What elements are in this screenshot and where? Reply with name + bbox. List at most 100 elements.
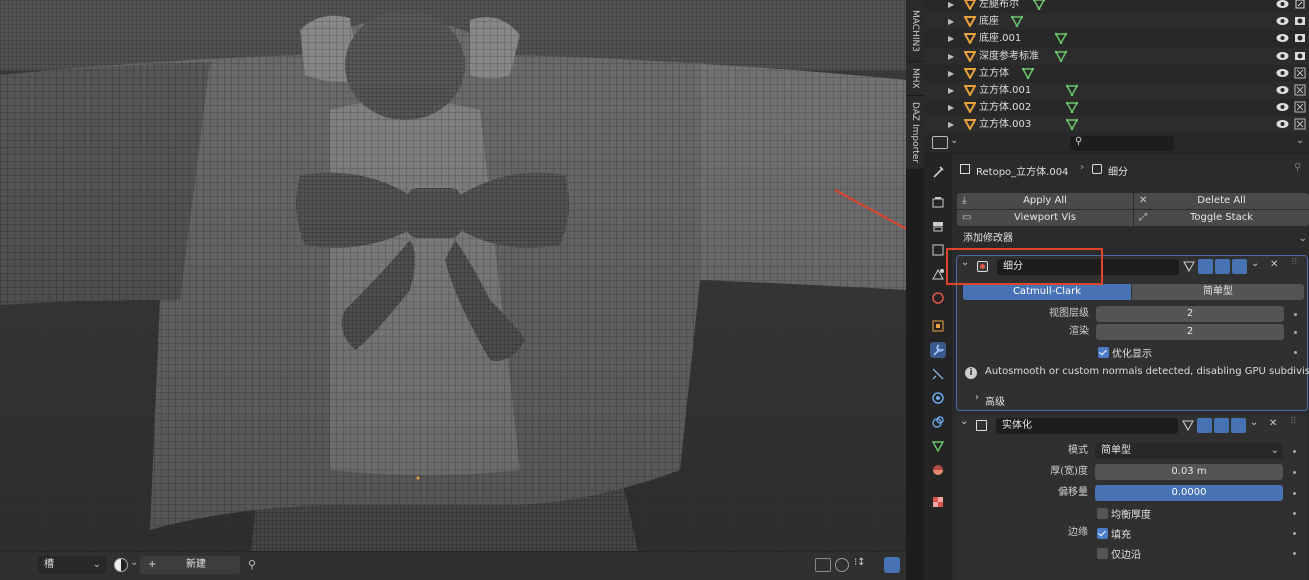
- keyframe-dot[interactable]: [1294, 313, 1297, 316]
- eye-icon[interactable]: [1276, 50, 1289, 62]
- expand-arrow-icon[interactable]: ▶: [948, 0, 954, 13]
- on-cage-icon[interactable]: [1198, 259, 1213, 274]
- wireframe-scene[interactable]: [0, 0, 906, 580]
- close-icon[interactable]: ✕: [1269, 418, 1277, 429]
- material-icon[interactable]: [930, 462, 946, 478]
- tab-machin3[interactable]: MACHIN3: [906, 0, 924, 62]
- levels-viewport-field[interactable]: 2: [1096, 306, 1284, 322]
- shading-mode-icon[interactable]: [884, 557, 900, 573]
- viewport-display-icon[interactable]: [1215, 259, 1230, 274]
- expand-chevron-icon[interactable]: ›: [975, 392, 979, 403]
- eye-icon[interactable]: [1276, 84, 1289, 96]
- scene-icon[interactable]: [930, 266, 946, 282]
- chevron-down-icon[interactable]: ⌄: [950, 135, 958, 146]
- keyframe-dot[interactable]: [1294, 351, 1297, 354]
- viewport-vis-button[interactable]: ▭ Viewport Vis: [957, 210, 1133, 226]
- eye-icon[interactable]: [1276, 0, 1289, 10]
- close-icon[interactable]: ✕: [1270, 259, 1278, 270]
- expand-arrow-icon[interactable]: ▶: [948, 65, 954, 82]
- view-layer-icon[interactable]: [930, 242, 946, 258]
- chevron-down-icon[interactable]: ⌄: [1251, 258, 1259, 269]
- drag-handle-icon[interactable]: ⠿: [1290, 417, 1297, 427]
- material-slot-dropdown[interactable]: 槽 ⌄: [38, 556, 106, 574]
- output-icon[interactable]: [930, 218, 946, 234]
- particles-icon[interactable]: [930, 366, 946, 382]
- mesh-data-icon[interactable]: [930, 438, 946, 454]
- chevron-down-icon[interactable]: ⌄: [1250, 417, 1258, 428]
- camera-icon[interactable]: [1294, 15, 1306, 27]
- keyframe-dot[interactable]: [1293, 450, 1296, 453]
- thickness-field[interactable]: 0.03 m: [1095, 464, 1283, 480]
- even-thickness-checkbox[interactable]: [1097, 508, 1108, 519]
- chevron-down-icon[interactable]: ⌄: [1296, 135, 1304, 146]
- collapse-chevron-icon[interactable]: ⌄: [961, 257, 969, 268]
- keyframe-dot[interactable]: [1293, 512, 1296, 515]
- outliner-item-name[interactable]: 立方体: [979, 65, 1009, 82]
- modifier-name-input[interactable]: 实体化: [996, 418, 1178, 434]
- keyframe-dot[interactable]: [1293, 552, 1296, 555]
- advanced-section-label[interactable]: 高级: [985, 393, 1005, 408]
- outliner-item-name[interactable]: 底座: [979, 13, 999, 30]
- edit-mode-icon[interactable]: [1183, 260, 1195, 272]
- modifier-name-input[interactable]: 细分: [997, 259, 1179, 275]
- outliner-row[interactable]: ▶ 底座: [924, 13, 1309, 31]
- mesh-data-icon[interactable]: [1055, 32, 1067, 45]
- mesh-data-icon[interactable]: [1022, 67, 1034, 79]
- physics-icon[interactable]: [930, 390, 946, 406]
- new-material-button[interactable]: + 新建: [140, 556, 240, 574]
- render-disabled-icon[interactable]: [1294, 101, 1306, 113]
- eye-icon[interactable]: [1276, 118, 1289, 130]
- camera-icon[interactable]: [1294, 50, 1306, 62]
- tab-mhx[interactable]: MHX: [906, 62, 924, 96]
- outliner-row[interactable]: ▶ 深度参考标准: [924, 47, 1309, 65]
- tool-icon[interactable]: [930, 164, 946, 180]
- add-modifier-dropdown[interactable]: 添加修改器 ⌄: [957, 231, 1309, 247]
- keyframe-dot[interactable]: [1294, 331, 1297, 334]
- camera-icon[interactable]: [1294, 32, 1306, 44]
- expand-arrow-icon[interactable]: ▶: [948, 99, 954, 116]
- mesh-data-icon[interactable]: [1066, 118, 1078, 131]
- expand-arrow-icon[interactable]: ▶: [948, 82, 954, 99]
- outliner-item-name[interactable]: 底座.001: [979, 30, 1021, 47]
- eye-icon[interactable]: [1276, 101, 1289, 113]
- chevron-down-icon[interactable]: ⌄: [130, 557, 138, 568]
- outliner-row[interactable]: ▶ 立方体.001: [924, 82, 1309, 99]
- eye-icon[interactable]: [1276, 67, 1289, 79]
- toggle-stack-button[interactable]: ⤢ Toggle Stack: [1134, 210, 1309, 226]
- mesh-data-icon[interactable]: [1066, 101, 1078, 114]
- outliner[interactable]: ▶ 左腿布尔 ▶ 底座 ▶ 底座.001 ▶ 深度参考标准 ▶ 立方体 ▶ 立方体.001 ▶ 立方体.0…: [924, 0, 1309, 132]
- eye-icon[interactable]: [1276, 15, 1289, 27]
- outliner-row[interactable]: ▶ 底座.001: [924, 30, 1309, 47]
- modifier-wrench-icon[interactable]: [930, 342, 946, 358]
- outliner-row[interactable]: ▶ 左腿布尔: [924, 0, 1309, 13]
- tab-daz-importer[interactable]: DAZ Importer: [906, 96, 924, 170]
- on-cage-icon[interactable]: [1197, 418, 1212, 433]
- constraints-icon[interactable]: [930, 414, 946, 430]
- pin-icon[interactable]: ⚲: [1294, 162, 1301, 173]
- mesh-data-icon[interactable]: [1011, 15, 1023, 28]
- expand-arrow-icon[interactable]: ▶: [948, 116, 954, 132]
- expand-arrow-icon[interactable]: ▶: [948, 13, 954, 30]
- mesh-data-icon[interactable]: [1066, 84, 1078, 96]
- collapse-chevron-icon[interactable]: ⌄: [960, 416, 968, 427]
- render-disabled-icon[interactable]: [1294, 67, 1306, 79]
- render-camera-icon[interactable]: [1231, 418, 1246, 433]
- keyframe-dot[interactable]: [1293, 532, 1296, 535]
- render-camera-icon[interactable]: [1232, 259, 1247, 274]
- outliner-row[interactable]: ▶ 立方体.002: [924, 99, 1309, 116]
- edit-mode-icon[interactable]: [1182, 419, 1194, 431]
- world-icon[interactable]: [930, 290, 946, 306]
- snap-icon[interactable]: [815, 558, 831, 572]
- outliner-row[interactable]: ▶ 立方体.003: [924, 116, 1309, 132]
- render-disabled-icon[interactable]: [1294, 84, 1306, 96]
- catmull-clark-tab[interactable]: Catmull-Clark: [963, 284, 1131, 300]
- keyframe-dot[interactable]: [1293, 492, 1296, 495]
- outliner-item-name[interactable]: 立方体.001: [979, 82, 1031, 99]
- mesh-data-icon[interactable]: [1033, 0, 1045, 10]
- restrict-select-icon[interactable]: [1294, 0, 1306, 10]
- 3d-viewport[interactable]: 槽 ⌄ ⌄ + 新建 ⚲ ⁝↕: [0, 0, 906, 580]
- only-rim-checkbox[interactable]: [1097, 548, 1108, 559]
- proportional-editing-icon[interactable]: [835, 558, 849, 572]
- expand-arrow-icon[interactable]: ▶: [948, 30, 954, 47]
- expand-arrow-icon[interactable]: ▶: [948, 48, 954, 65]
